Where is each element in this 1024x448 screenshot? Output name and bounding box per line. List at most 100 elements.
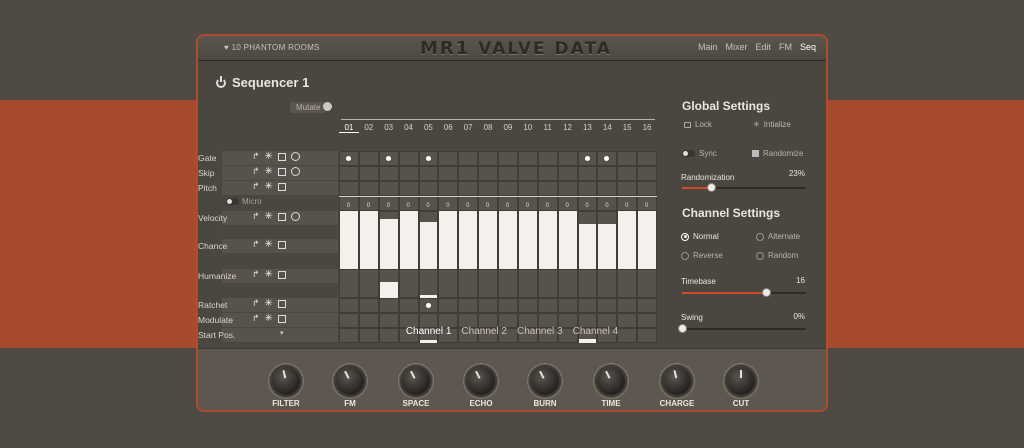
step-cell[interactable] [498,269,518,298]
humanize-bar[interactable] [419,295,438,298]
step-cell[interactable] [358,151,379,166]
step-cell[interactable] [438,181,459,196]
step-cell[interactable] [597,298,618,313]
ratchet-dot[interactable] [425,303,431,308]
step-cell[interactable] [517,166,538,181]
step-cell[interactable] [637,269,657,298]
chance-bar[interactable] [638,239,656,269]
shift-arrow-icon[interactable]: ↱ [252,182,260,191]
step-cell[interactable] [597,181,618,196]
step-number[interactable]: 10 [518,123,538,133]
step-cell[interactable] [398,269,419,298]
velocity-bar[interactable] [518,211,537,239]
step-cell[interactable] [617,181,638,196]
echo-knob[interactable] [467,367,495,395]
step-cell[interactable] [458,269,479,298]
step-number[interactable]: 07 [458,123,478,133]
step-cell[interactable] [418,166,439,181]
step-cell[interactable] [418,181,439,196]
step-cell[interactable] [517,151,538,166]
chance-bar[interactable] [439,239,458,269]
step-cell[interactable] [358,298,379,313]
step-cell[interactable] [537,298,558,313]
mode-alternate[interactable]: Alternate [756,232,800,241]
step-cell[interactable] [339,269,359,298]
chance-bar[interactable] [598,239,617,269]
micro-toggle[interactable]: Micro [226,197,262,206]
shift-arrow-icon[interactable]: ↱ [252,270,260,279]
start-pos-bar[interactable] [419,340,438,343]
slider-handle[interactable] [762,288,772,297]
randomize-star-icon[interactable]: ✳ [265,211,273,221]
randomize-star-icon[interactable]: ✳ [265,166,273,176]
step-cell[interactable] [617,269,638,298]
step-cell[interactable] [517,181,538,196]
shift-arrow-icon[interactable]: ↱ [252,167,260,176]
step-cell[interactable] [498,298,518,313]
shift-arrow-icon[interactable]: ↱ [252,240,260,249]
gate-dot[interactable] [346,156,351,161]
chance-bar[interactable] [558,239,577,269]
velocity-bar[interactable] [439,211,458,239]
step-cell[interactable] [498,166,518,181]
step-cell[interactable] [597,269,618,298]
dice-icon[interactable] [277,182,286,191]
step-cell[interactable] [498,181,518,196]
velocity-bar[interactable] [419,222,438,239]
radio-normal[interactable] [681,232,689,241]
step-cell[interactable] [617,298,638,313]
step-cell[interactable] [358,269,379,298]
step-cell[interactable] [537,181,558,196]
randomize-star-icon[interactable]: ✳ [265,151,273,161]
nav-mixer[interactable]: Mixer [725,42,747,52]
step-cell[interactable] [438,151,459,166]
chance-bar[interactable] [499,239,517,269]
radio-random[interactable] [756,251,764,260]
step-cell[interactable] [478,151,498,166]
velocity-bar[interactable] [479,211,497,239]
gate-dot[interactable] [425,156,431,161]
mutate-icon[interactable] [323,102,332,111]
step-cell[interactable] [577,166,598,181]
randomize-star-icon[interactable]: ✳ [265,269,273,279]
velocity-bar[interactable] [340,211,358,239]
sync-switch[interactable] [682,150,695,157]
dice-icon[interactable] [277,212,286,221]
mode-normal[interactable]: Normal [681,232,719,241]
sync-toggle[interactable]: Sync [682,149,717,158]
step-cell[interactable] [398,151,419,166]
chance-bar[interactable] [479,239,497,269]
step-cell[interactable] [458,181,479,196]
step-cell[interactable] [577,298,598,313]
step-cell[interactable] [339,181,359,196]
chance-bar[interactable] [419,239,438,269]
velocity-bar[interactable] [598,224,617,239]
step-cell[interactable] [537,269,558,298]
step-cell[interactable] [637,298,657,313]
step-number[interactable]: 16 [637,123,657,133]
reset-circle-icon[interactable] [290,167,300,176]
step-cell[interactable] [617,166,638,181]
step-cell[interactable] [438,269,459,298]
dice-icon[interactable] [277,240,286,249]
shift-arrow-icon[interactable]: ↱ [252,152,260,161]
chance-bar[interactable] [340,239,358,269]
step-number[interactable]: 13 [578,123,598,133]
step-cell[interactable] [339,298,359,313]
step-number[interactable]: 12 [558,123,578,133]
mode-reverse[interactable]: Reverse [681,251,723,260]
step-cell[interactable] [517,269,538,298]
tab-channel-1[interactable]: Channel 1 [406,326,452,337]
step-cell[interactable] [378,166,399,181]
filter-knob[interactable] [272,367,300,395]
tab-channel-3[interactable]: Channel 3 [517,326,563,337]
reset-circle-icon[interactable] [290,152,300,161]
step-cell[interactable] [537,151,558,166]
velocity-bar[interactable] [538,211,557,239]
fm-knob[interactable] [336,367,364,395]
radio-reverse[interactable] [681,251,689,260]
chance-bar[interactable] [578,239,597,269]
chance-bar[interactable] [618,239,637,269]
chance-bar[interactable] [359,239,378,269]
shift-arrow-icon[interactable]: ↱ [252,299,260,308]
